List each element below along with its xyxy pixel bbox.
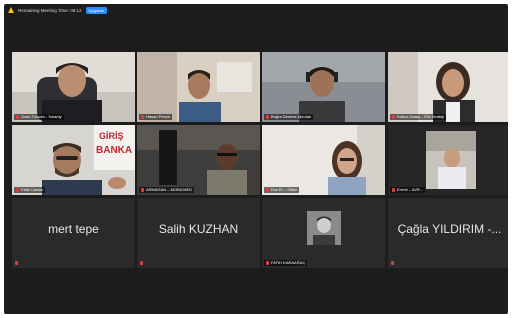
participant-name: Kübra Ulutaş - ITM Strateji: [390, 114, 447, 120]
participant-tile-7[interactable]: Ece Er – Ottori: [262, 125, 385, 195]
remaining-time-text: Remaining Meeting Time: 08:12: [18, 7, 82, 13]
mic-muted-icon: [16, 188, 19, 192]
participant-name: Hasan Perçin: [139, 114, 173, 120]
participant-name: Ermet – AVR...: [390, 187, 426, 193]
participant-video: [137, 52, 260, 122]
mic-muted-icon: [15, 261, 18, 265]
participant-name: FATIH KARAAĞAÇ: [264, 260, 308, 266]
participant-tile-9[interactable]: mert tepe: [12, 198, 135, 268]
meeting-topbar: Remaining Meeting Time: 08:12 Upgrade: [4, 4, 508, 16]
mic-muted-icon: [141, 115, 144, 119]
participant-name: Buğra Demirsi @zolak: [264, 114, 313, 120]
participant-tile-3[interactable]: Buğra Demirsi @zolak: [262, 52, 385, 122]
participant-video: [137, 125, 260, 195]
participant-tile-2[interactable]: Hasan Perçin: [137, 52, 260, 122]
participant-name: Ozan Tuncan - Solarity: [14, 114, 64, 120]
signage-text-top: GİRİŞ: [99, 131, 124, 141]
upgrade-button[interactable]: Upgrade: [85, 6, 107, 14]
participant-name: Fatih Canan: [14, 187, 45, 193]
participant-tile-8[interactable]: Ermet – AVR...: [388, 125, 508, 195]
participant-video: [388, 125, 508, 195]
participant-video: [262, 125, 385, 195]
participant-name-placeholder: Çağla YILDIRIM -...: [397, 222, 502, 236]
participant-name: Ece Er – Ottori: [264, 187, 300, 193]
signage-text-bottom: BANKA: [96, 145, 132, 156]
participant-tile-12[interactable]: Çağla YILDIRIM -...: [388, 198, 508, 268]
warning-icon: [8, 7, 14, 13]
participant-video: [388, 52, 508, 122]
participant-tile-6[interactable]: ARMAGAN – MOBILMED: [137, 125, 260, 195]
zoom-meeting-window: Remaining Meeting Time: 08:12 Upgrade Oz…: [4, 4, 508, 314]
participant-video: [262, 52, 385, 122]
participant-name: ARMAGAN – MOBILMED: [139, 187, 195, 193]
mic-muted-icon: [266, 261, 269, 265]
participant-tile-11[interactable]: FATIH KARAAĞAÇ: [262, 198, 385, 268]
participant-video: [12, 52, 135, 122]
participant-video: GİRİŞ BANKA: [12, 125, 135, 195]
participant-name-placeholder: Salih KUZHAN: [158, 222, 239, 236]
participant-tile-4[interactable]: Kübra Ulutaş - ITM Strateji: [388, 52, 508, 122]
mic-muted-icon: [266, 188, 269, 192]
mic-muted-icon: [391, 261, 394, 265]
mic-muted-icon: [16, 115, 19, 119]
mic-muted-icon: [392, 188, 395, 192]
mic-muted-icon: [392, 115, 395, 119]
avatar: [307, 211, 341, 245]
mic-muted-icon: [141, 188, 144, 192]
mic-muted-icon: [266, 115, 269, 119]
participant-tile-1[interactable]: Ozan Tuncan - Solarity: [12, 52, 135, 122]
mic-muted-icon: [140, 261, 143, 265]
participant-tile-10[interactable]: Salih KUZHAN: [137, 198, 260, 268]
participant-tile-5-active-speaker[interactable]: GİRİŞ BANKA Fatih Canan: [12, 125, 135, 195]
participant-name-placeholder: mert tepe: [48, 222, 99, 236]
